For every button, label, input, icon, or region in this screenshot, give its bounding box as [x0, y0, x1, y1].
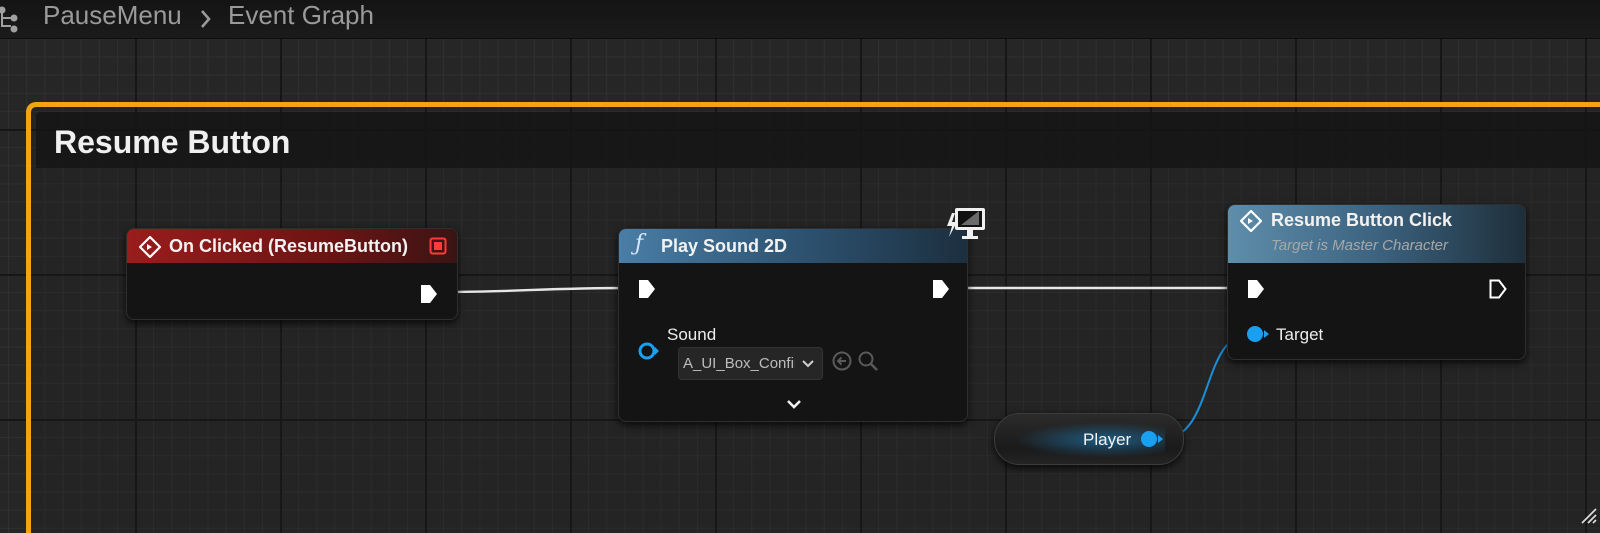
- event-diamond-icon: [139, 236, 161, 258]
- client-only-monitor-icon: [947, 208, 985, 239]
- event-diamond-icon: [1240, 210, 1262, 232]
- target-input-pin[interactable]: [1245, 324, 1271, 344]
- sound-input-pin[interactable]: [637, 341, 661, 361]
- node-title: On Clicked (ResumeButton): [169, 236, 409, 256]
- chevron-down-icon: [802, 360, 814, 368]
- target-pin-label: Target: [1276, 325, 1324, 344]
- node-title: Play Sound 2D: [661, 236, 788, 256]
- function-icon: ƒ: [635, 231, 644, 256]
- exec-input-pin[interactable]: [637, 278, 657, 300]
- node-title: Resume Button Click: [1271, 210, 1453, 230]
- on-clicked-event-node[interactable]: On Clicked (ResumeButton): [126, 228, 458, 320]
- resume-button-click-node[interactable]: Resume Button Click Target is Master Cha…: [1227, 204, 1526, 360]
- sound-asset-dropdown[interactable]: A_UI_Box_Confirm: [678, 347, 823, 380]
- exec-output-pin-unconnected[interactable]: [1488, 278, 1508, 300]
- blueprint-graph-canvas[interactable]: PauseMenu Event Graph Resume Button On C…: [0, 0, 1600, 533]
- player-label: Player: [1083, 430, 1132, 449]
- sound-pin-label: Sound: [667, 325, 717, 344]
- node-subtitle: Target is Master Character: [1271, 237, 1449, 254]
- use-selected-asset-icon[interactable]: [831, 350, 853, 372]
- player-output-pin[interactable]: [1139, 429, 1165, 449]
- delegate-square-icon[interactable]: [429, 237, 447, 255]
- sound-asset-value: A_UI_Box_Confirm: [683, 355, 795, 372]
- expand-advanced-chevron-icon[interactable]: [785, 398, 803, 412]
- play-sound-2d-node[interactable]: ƒ Play Sound 2D Sound A_UI_Box_Confirm: [618, 228, 968, 422]
- exec-output-pin[interactable]: [931, 278, 951, 300]
- exec-input-pin[interactable]: [1246, 278, 1266, 300]
- exec-wire-clicked-to-playsound: [439, 286, 633, 294]
- player-variable-node[interactable]: Player: [994, 413, 1184, 465]
- browse-asset-search-icon[interactable]: [857, 350, 879, 372]
- exec-output-pin[interactable]: [419, 283, 439, 305]
